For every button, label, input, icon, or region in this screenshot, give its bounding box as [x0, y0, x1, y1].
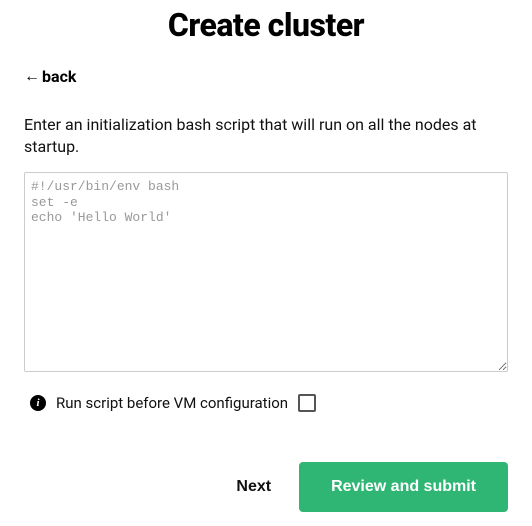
info-icon: i — [30, 395, 46, 411]
back-label: back — [42, 67, 76, 86]
next-button[interactable]: Next — [236, 478, 271, 496]
run-before-row: i Run script before VM configuration — [30, 394, 508, 412]
arrow-left-icon: ← — [24, 68, 40, 84]
run-before-label: Run script before VM configuration — [56, 394, 288, 412]
run-before-checkbox[interactable] — [298, 394, 316, 412]
button-row: Next Review and submit — [24, 462, 508, 512]
init-script-input[interactable] — [24, 172, 508, 372]
back-link[interactable]: ← back — [24, 67, 76, 86]
review-submit-button[interactable]: Review and submit — [299, 462, 508, 512]
page-title: Create cluster — [24, 6, 508, 44]
script-description: Enter an initialization bash script that… — [24, 114, 508, 159]
